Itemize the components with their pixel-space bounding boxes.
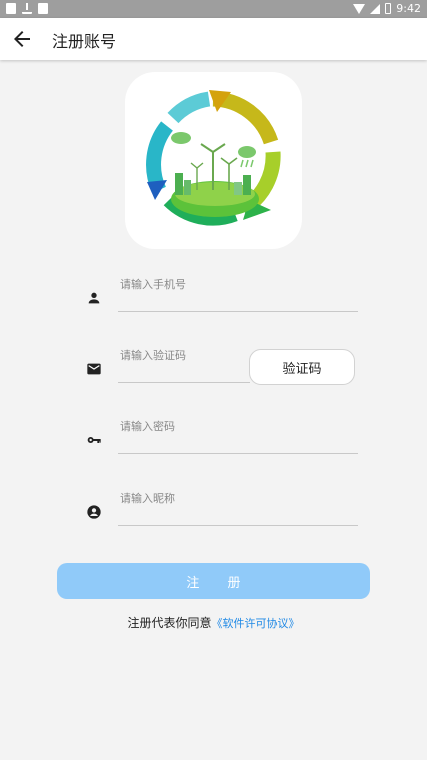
key-icon xyxy=(87,437,101,443)
password-field xyxy=(80,404,358,454)
nickname-field xyxy=(80,476,358,526)
agreement-prefix: 注册代表你同意 xyxy=(127,616,212,630)
app-bar: 注册账号 xyxy=(0,18,427,60)
get-code-button[interactable]: 验证码 xyxy=(249,349,355,385)
app-logo xyxy=(125,72,302,249)
download-icon xyxy=(22,3,32,14)
verification-code-input[interactable] xyxy=(118,343,250,383)
back-arrow-icon[interactable] xyxy=(10,27,34,51)
app-notification-icon xyxy=(38,3,48,14)
agreement-text: 注册代表你同意《软件许可协议》 xyxy=(0,614,427,631)
register-button[interactable]: 注 册 xyxy=(57,563,370,599)
status-bar: 9:42 xyxy=(0,0,427,18)
mail-icon xyxy=(87,363,101,375)
notification-square-icon xyxy=(6,3,16,14)
password-input[interactable] xyxy=(118,414,358,454)
recycle-eco-logo-icon xyxy=(146,90,281,226)
phone-field xyxy=(80,262,358,312)
account-circle-icon xyxy=(87,505,101,519)
wifi-icon xyxy=(353,3,366,14)
phone-input[interactable] xyxy=(118,272,358,312)
verification-code-field xyxy=(80,333,250,383)
signal-icon xyxy=(370,3,381,14)
notification-icons xyxy=(6,3,48,14)
status-time: 9:42 xyxy=(396,2,421,15)
person-icon xyxy=(88,292,100,304)
nickname-input[interactable] xyxy=(118,486,358,526)
battery-icon xyxy=(385,3,392,14)
page-title: 注册账号 xyxy=(52,32,117,51)
license-agreement-link[interactable]: 《软件许可协议》 xyxy=(212,617,300,630)
